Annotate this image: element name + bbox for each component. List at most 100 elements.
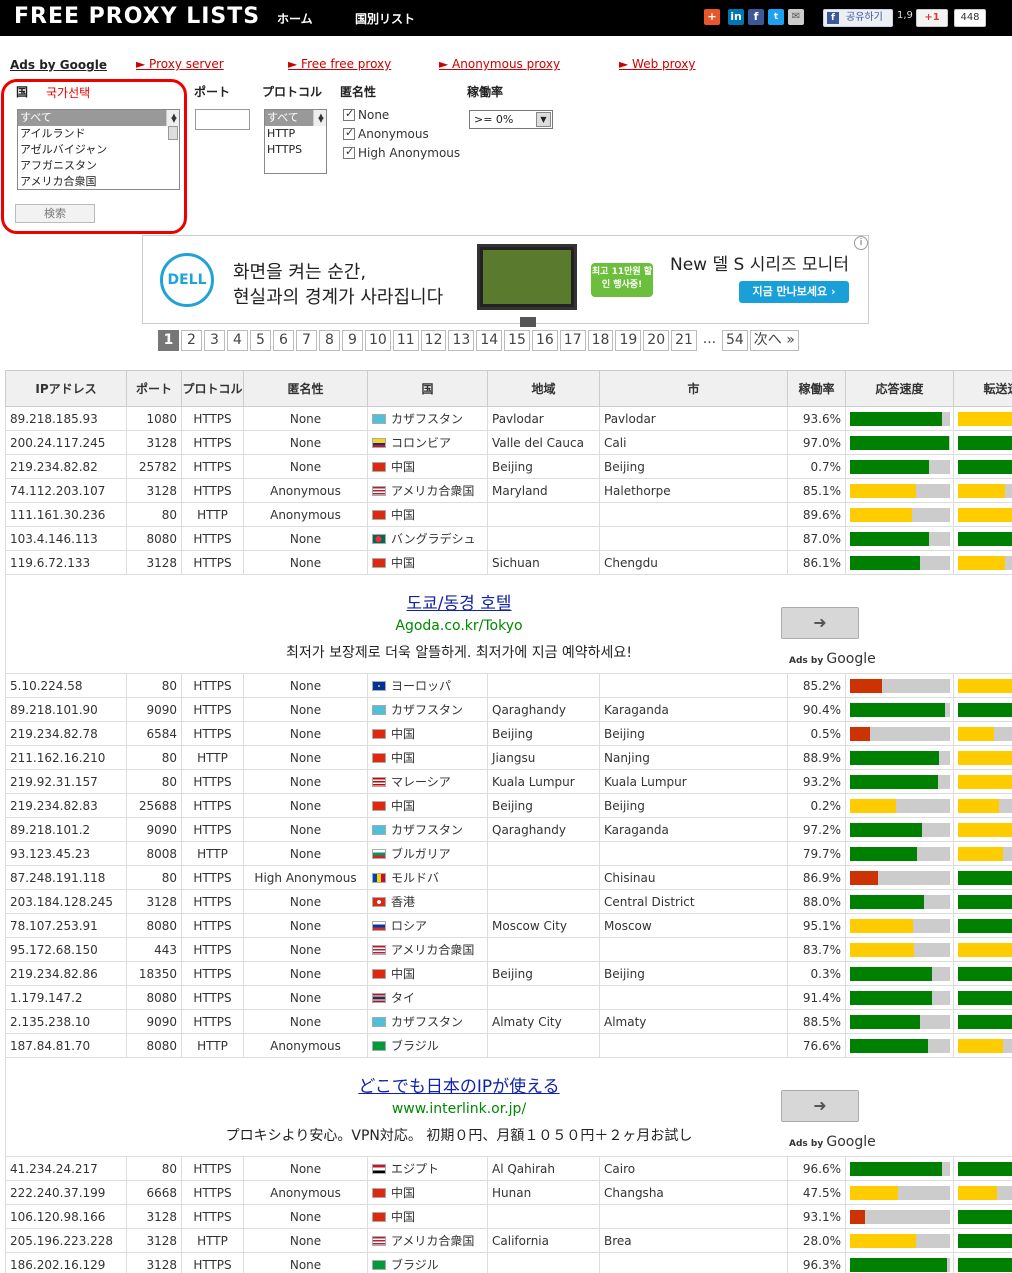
checkbox-checked-icon[interactable] [343, 107, 355, 121]
anonymity-none-checkbox[interactable]: None [343, 107, 389, 122]
protocol-option[interactable]: HTTPS [265, 142, 326, 158]
ip-cell[interactable]: 5.10.224.58 [5, 673, 127, 698]
ad-link-web-proxy[interactable]: ► Web proxy [619, 57, 695, 71]
interlink-ad-row-title-link[interactable]: どこでも日本のIPが使える [7, 1072, 913, 1097]
linkedin-icon[interactable]: in [728, 9, 744, 25]
ip-cell[interactable]: 205.196.223.228 [5, 1228, 127, 1253]
ip-cell[interactable]: 87.248.191.118 [5, 865, 127, 890]
page-link[interactable]: 1 [158, 330, 179, 351]
nav-home[interactable]: ホーム [277, 10, 313, 27]
table-row[interactable]: 219.234.82.83 25688 HTTPS None 中国 Beijing Beij… [5, 793, 1012, 818]
page-link[interactable]: 9 [342, 330, 363, 351]
column-header[interactable]: ポート [126, 370, 182, 407]
dell-banner-ad[interactable]: DELL 화면을 켜는 순간, 현실과의 경계가 사라집니다 최고 11만원 할… [142, 235, 869, 327]
page-link[interactable]: 13 [448, 330, 475, 351]
ip-cell[interactable]: 219.234.82.82 [5, 454, 127, 479]
ip-cell[interactable]: 219.234.82.86 [5, 961, 127, 986]
ip-cell[interactable]: 89.218.185.93 [5, 406, 127, 431]
page-link[interactable]: 8 [319, 330, 340, 351]
table-row[interactable]: 219.92.31.157 80 HTTPS None マレーシア Kuala Lumpu… [5, 769, 1012, 794]
ip-cell[interactable]: 186.202.16.129 [5, 1252, 127, 1273]
ip-cell[interactable]: 89.218.101.2 [5, 817, 127, 842]
google-plus-button[interactable]: +1 [916, 9, 948, 27]
table-row[interactable]: 222.240.37.199 6668 HTTPS Anonymous 中国 Hunan C… [5, 1180, 1012, 1205]
table-row[interactable]: 186.202.16.129 3128 HTTPS None ブラジル 96.3% [5, 1252, 1012, 1273]
table-row[interactable]: 87.248.191.118 80 HTTPS High Anonymous モルドバ C… [5, 865, 1012, 890]
ip-cell[interactable]: 119.6.72.133 [5, 550, 127, 575]
table-row[interactable]: 187.84.81.70 8080 HTTP Anonymous ブラジル 76.6% [5, 1033, 1012, 1058]
page-link[interactable]: 6 [273, 330, 294, 351]
ip-cell[interactable]: 187.84.81.70 [5, 1033, 127, 1058]
table-row[interactable]: 89.218.101.2 9090 HTTPS None カザフスタン Qaraghand… [5, 817, 1012, 842]
table-row[interactable]: 119.6.72.133 3128 HTTPS None 中国 Sichuan Chengd… [5, 550, 1012, 575]
page-link[interactable]: 5 [250, 330, 271, 351]
ip-cell[interactable]: 103.4.146.113 [5, 526, 127, 551]
ip-cell[interactable]: 111.161.30.236 [5, 502, 127, 527]
table-row[interactable]: 89.218.101.90 9090 HTTPS None カザフスタン Qaraghan… [5, 697, 1012, 722]
page-link[interactable]: 17 [559, 330, 586, 351]
page-link[interactable]: 4 [227, 330, 248, 351]
ip-cell[interactable]: 95.172.68.150 [5, 937, 127, 962]
page-link[interactable]: 7 [296, 330, 317, 351]
table-row[interactable]: 106.120.98.166 3128 HTTPS None 中国 93.1% [5, 1204, 1012, 1229]
facebook-icon[interactable]: f [748, 9, 764, 25]
table-row[interactable]: 205.196.223.228 3128 HTTP None アメリカ合衆国 Califo… [5, 1228, 1012, 1253]
arrow-right-icon[interactable]: ➜ [781, 1090, 859, 1122]
table-row[interactable]: 41.234.24.217 80 HTTPS None エジプト Al Qahirah Ca… [5, 1156, 1012, 1181]
column-header[interactable]: 匿名性 [243, 370, 368, 407]
ad-link-anonymous-proxy[interactable]: ► Anonymous proxy [439, 57, 560, 71]
table-row[interactable]: 111.161.30.236 80 HTTP Anonymous 中国 89.6% [5, 502, 1012, 527]
ad-link-proxy-server[interactable]: ► Proxy server [136, 57, 224, 71]
table-row[interactable]: 200.24.117.245 3128 HTTPS None コロンビア Valle de… [5, 430, 1012, 455]
interlink-ad-row-url[interactable]: www.interlink.or.jp/ [7, 1101, 913, 1117]
checkbox-checked-icon[interactable] [343, 145, 355, 159]
page-link[interactable]: 14 [476, 330, 503, 351]
page-link[interactable]: 19 [615, 330, 642, 351]
nav-country-list[interactable]: 国別リスト [355, 10, 415, 27]
banner-cta-button[interactable]: 지금 만나보세요 › [739, 281, 849, 303]
twitter-icon[interactable]: t [768, 9, 784, 25]
ip-cell[interactable]: 74.112.203.107 [5, 478, 127, 503]
page-link[interactable]: 20 [643, 330, 670, 351]
mail-icon[interactable]: ✉ [788, 9, 804, 25]
ip-cell[interactable]: 93.123.45.23 [5, 841, 127, 866]
page-link[interactable]: 2 [181, 330, 202, 351]
facebook-share-button[interactable]: f 공유하기 [823, 9, 893, 27]
page-link[interactable]: 15 [504, 330, 530, 351]
checkbox-checked-icon[interactable] [343, 126, 355, 140]
table-row[interactable]: 203.184.128.245 3128 HTTPS None 香港 Central Di… [5, 889, 1012, 914]
ip-cell[interactable]: 219.234.82.78 [5, 721, 127, 746]
ip-cell[interactable]: 211.162.16.210 [5, 745, 127, 770]
page-link-last[interactable]: 54 [721, 330, 748, 351]
ads-by-google-link[interactable]: Ads by Google [10, 58, 107, 72]
table-row[interactable]: 2.135.238.10 9090 HTTPS None カザフスタン Almaty Ci… [5, 1009, 1012, 1034]
ip-cell[interactable]: 203.184.128.245 [5, 889, 127, 914]
table-row[interactable]: 219.234.82.78 6584 HTTPS None 中国 Beijing Beiji… [5, 721, 1012, 746]
ip-cell[interactable]: 219.234.82.83 [5, 793, 127, 818]
page-link[interactable]: 16 [531, 330, 558, 351]
table-row[interactable]: 5.10.224.58 80 HTTPS None ヨーロッパ 85.2% [5, 673, 1012, 698]
scroll-down-icon[interactable]: ▼ [314, 114, 326, 126]
ads-by-google-label[interactable]: Ads by Google [789, 1134, 876, 1150]
ip-cell[interactable]: 1.179.147.2 [5, 985, 127, 1010]
table-row[interactable]: 78.107.253.91 8080 HTTPS None ロシア Moscow City… [5, 913, 1012, 938]
table-row[interactable]: 211.162.16.210 80 HTTP None 中国 Jiangsu Nanjing… [5, 745, 1012, 770]
table-row[interactable]: 74.112.203.107 3128 HTTPS Anonymous アメリカ合衆国 M… [5, 478, 1012, 503]
protocol-listbox[interactable]: すべて HTTP HTTPS ▲ ▼ [264, 109, 327, 174]
page-link[interactable]: 18 [587, 330, 614, 351]
arrow-right-icon[interactable]: ➜ [781, 607, 859, 639]
column-header[interactable]: プロトコル [181, 370, 244, 407]
agoda-ad-row-title-link[interactable]: 도쿄/동경 호텔 [7, 589, 913, 614]
protocol-option[interactable]: HTTP [265, 126, 326, 142]
addthis-plus-icon[interactable]: + [704, 9, 720, 25]
next-page-button[interactable]: 次へ » [749, 330, 799, 351]
column-header[interactable]: 稼働率 [787, 370, 846, 407]
ad-link-free-proxy[interactable]: ► Free free proxy [288, 57, 391, 71]
table-row[interactable]: 219.234.82.82 25782 HTTPS None 中国 Beijing Beij… [5, 454, 1012, 479]
ip-cell[interactable]: 78.107.253.91 [5, 913, 127, 938]
ip-cell[interactable]: 2.135.238.10 [5, 1009, 127, 1034]
anonymity-high-checkbox[interactable]: High Anonymous [343, 145, 460, 160]
chevron-down-icon[interactable]: ▼ [536, 112, 551, 127]
table-row[interactable]: 219.234.82.86 18350 HTTPS None 中国 Beijing Beij… [5, 961, 1012, 986]
table-row[interactable]: 1.179.147.2 8080 HTTPS None タイ 91.4% [5, 985, 1012, 1010]
